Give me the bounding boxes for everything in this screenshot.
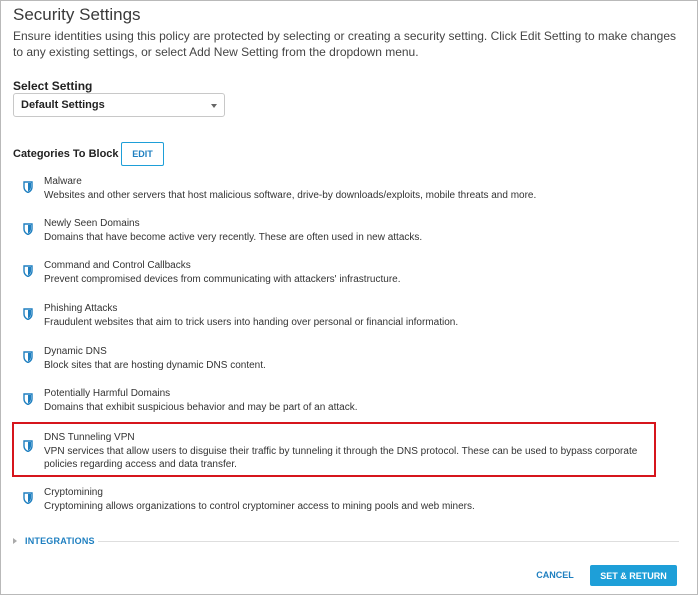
select-setting-label: Select Setting <box>13 79 93 93</box>
shield-icon <box>23 181 33 193</box>
select-setting-dropdown[interactable]: Default Settings <box>13 93 225 117</box>
category-description: Fraudulent websites that aim to trick us… <box>44 317 459 328</box>
highlight-box <box>12 422 656 477</box>
shield-icon <box>23 265 33 277</box>
category-description: Prevent compromised devices from communi… <box>44 274 401 285</box>
shield-icon <box>23 223 33 235</box>
cancel-button[interactable]: CANCEL <box>531 565 579 585</box>
page-title: Security Settings <box>13 5 141 24</box>
category-title: Newly Seen Domains <box>44 218 140 229</box>
category-title: Potentially Harmful Domains <box>44 388 171 399</box>
category-description: Domains that exhibit suspicious behavior… <box>44 402 358 413</box>
category-title: Dynamic DNS <box>44 346 107 357</box>
set-and-return-button[interactable]: SET & RETURN <box>590 565 677 586</box>
shield-icon <box>23 393 33 405</box>
integrations-toggle[interactable]: INTEGRATIONS <box>13 536 679 548</box>
shield-icon <box>23 308 33 320</box>
select-setting-value: Default Settings <box>21 99 105 111</box>
page-description: Ensure identities using this policy are … <box>13 29 677 59</box>
category-description: Websites and other servers that host mal… <box>44 190 537 201</box>
security-settings-panel: Security Settings Ensure identities usin… <box>0 0 698 595</box>
chevron-down-icon <box>211 104 217 108</box>
category-title: Cryptomining <box>44 487 103 498</box>
category-description: Block sites that are hosting dynamic DNS… <box>44 360 266 371</box>
categories-heading: Categories To Block <box>13 148 119 160</box>
category-title: Phishing Attacks <box>44 303 118 314</box>
divider <box>98 541 679 542</box>
category-title: Malware <box>44 176 82 187</box>
category-title: Command and Control Callbacks <box>44 260 191 271</box>
integrations-label: INTEGRATIONS <box>25 536 95 546</box>
category-description: Domains that have become active very rec… <box>44 232 423 243</box>
shield-icon <box>23 492 33 504</box>
category-description: Cryptomining allows organizations to con… <box>44 501 475 512</box>
edit-button[interactable]: EDIT <box>121 142 164 166</box>
chevron-right-icon <box>13 538 17 544</box>
shield-icon <box>23 351 33 363</box>
